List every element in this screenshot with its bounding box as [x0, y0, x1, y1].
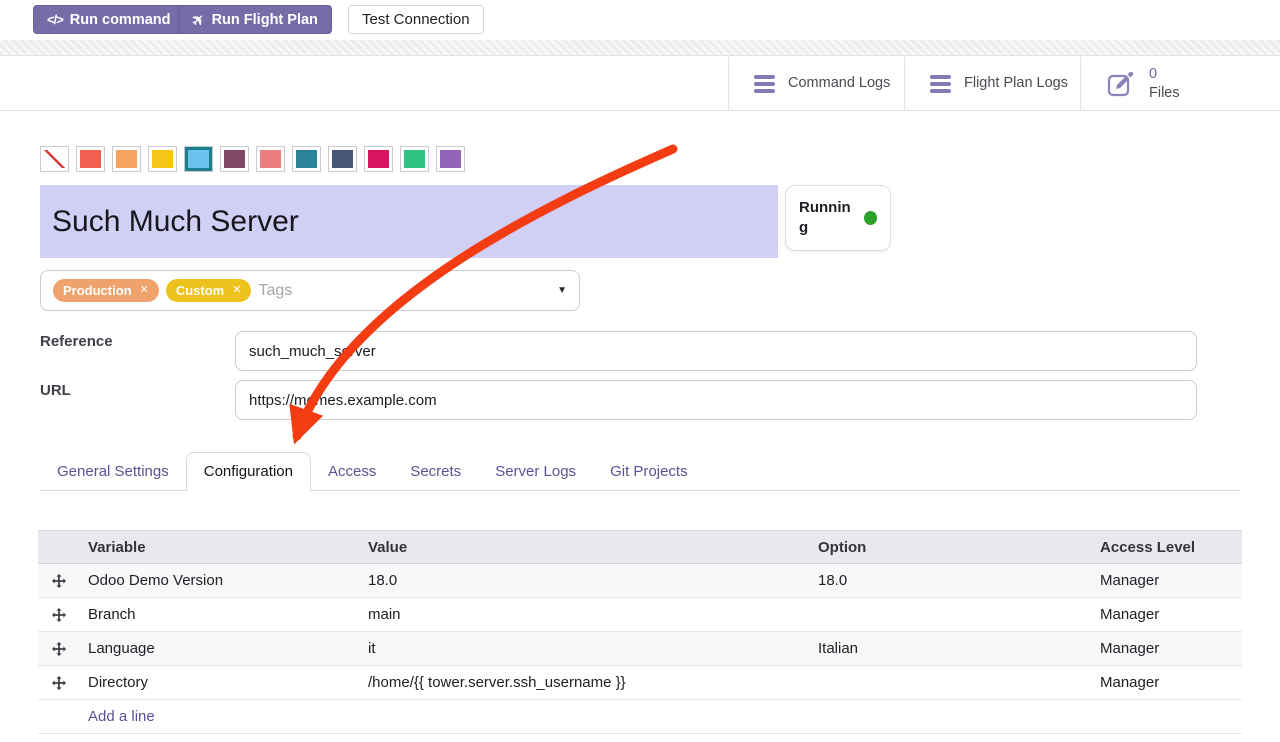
- option-column-header: Option: [810, 539, 1092, 556]
- add-line-row: Add a line: [38, 700, 1242, 734]
- tab-configuration[interactable]: Configuration: [186, 452, 311, 491]
- record-title: Such Much Server: [52, 205, 299, 239]
- color-swatch-green[interactable]: [400, 146, 429, 172]
- flight-plan-logs-button[interactable]: Flight Plan Logs: [904, 57, 1080, 110]
- list-lines-icon: [754, 75, 775, 93]
- url-label: URL: [40, 382, 71, 399]
- cell-option[interactable]: Italian: [810, 640, 1092, 657]
- color-swatch-none[interactable]: [40, 146, 69, 172]
- table-header-row: Variable Value Option Access Level: [38, 530, 1242, 564]
- cell-access-level[interactable]: Manager: [1092, 606, 1242, 623]
- reference-input[interactable]: [235, 331, 1197, 371]
- run-command-label: Run command: [70, 12, 171, 28]
- color-swatch-light-blue-selected[interactable]: [184, 146, 213, 172]
- notebook-tabs: General Settings Configuration Access Se…: [40, 452, 1240, 491]
- color-swatch-teal[interactable]: [292, 146, 321, 172]
- color-swatch-orange[interactable]: [112, 146, 141, 172]
- flight-plan-logs-label: Flight Plan Logs: [964, 74, 1068, 93]
- drag-handle-icon[interactable]: [38, 574, 80, 588]
- run-flight-plan-label: Run Flight Plan: [212, 12, 318, 28]
- tag-production-label: Production: [63, 283, 132, 298]
- run-command-button[interactable]: </> Run command: [33, 5, 185, 34]
- color-swatch-purple[interactable]: [436, 146, 465, 172]
- add-a-line-link[interactable]: Add a line: [88, 708, 155, 725]
- command-logs-label: Command Logs: [788, 74, 890, 93]
- table-row: Directory /home/{{ tower.server.ssh_user…: [38, 666, 1242, 700]
- no-color-icon: [44, 150, 65, 168]
- color-swatch-salmon[interactable]: [256, 146, 285, 172]
- drag-handle-icon[interactable]: [38, 608, 80, 622]
- tag-custom-label: Custom: [176, 283, 224, 298]
- list-lines-icon: [930, 75, 951, 93]
- color-swatch-raspberry[interactable]: [364, 146, 393, 172]
- cell-variable[interactable]: Directory: [80, 674, 360, 691]
- run-flight-plan-button[interactable]: ✈ Run Flight Plan: [178, 5, 332, 34]
- color-swatch-yellow[interactable]: [148, 146, 177, 172]
- tab-general-settings[interactable]: General Settings: [40, 453, 186, 490]
- color-palette: [40, 146, 465, 172]
- cell-variable[interactable]: Language: [80, 640, 360, 657]
- tab-secrets[interactable]: Secrets: [393, 453, 478, 490]
- remove-tag-icon[interactable]: ✕: [232, 285, 241, 296]
- color-swatch-dark-purple[interactable]: [220, 146, 249, 172]
- cell-value[interactable]: 18.0: [360, 572, 810, 589]
- record-title-field[interactable]: Such Much Server: [40, 185, 778, 258]
- tag-production: Production ✕: [53, 279, 159, 302]
- cell-option[interactable]: 18.0: [810, 572, 1092, 589]
- status-label: Running: [799, 198, 851, 239]
- tags-placeholder: Tags: [258, 282, 292, 300]
- status-dot-icon: [864, 211, 877, 225]
- files-count: 0: [1149, 66, 1157, 82]
- chevron-down-icon[interactable]: ▼: [557, 285, 567, 296]
- tab-access[interactable]: Access: [311, 453, 393, 490]
- table-row: Branch main Manager: [38, 598, 1242, 632]
- value-column-header: Value: [360, 539, 810, 556]
- edit-pencil-icon: [1106, 69, 1136, 99]
- cell-variable[interactable]: Branch: [80, 606, 360, 623]
- command-logs-button[interactable]: Command Logs: [728, 57, 904, 110]
- plane-icon: ✈: [187, 9, 209, 31]
- cell-variable[interactable]: Odoo Demo Version: [80, 572, 360, 589]
- stat-button-row: Command Logs Flight Plan Logs 0 Files: [728, 57, 1280, 110]
- configuration-table: Variable Value Option Access Level Odoo …: [38, 530, 1242, 734]
- test-connection-label: Test Connection: [362, 11, 470, 28]
- drag-handle-icon[interactable]: [38, 676, 80, 690]
- toolbar-separator-strip: [0, 40, 1280, 56]
- test-connection-button[interactable]: Test Connection: [348, 5, 484, 34]
- drag-handle-icon[interactable]: [38, 642, 80, 656]
- server-form-page: </> Run command ✈ Run Flight Plan Test C…: [0, 0, 1280, 742]
- access-level-column-header: Access Level: [1092, 539, 1242, 556]
- status-indicator[interactable]: Running: [785, 185, 891, 251]
- color-swatch-dark-blue[interactable]: [328, 146, 357, 172]
- header-divider: [0, 110, 1280, 111]
- files-label: Files: [1149, 85, 1180, 101]
- cell-value[interactable]: /home/{{ tower.server.ssh_username }}: [360, 674, 810, 691]
- variable-column-header: Variable: [80, 539, 360, 556]
- color-swatch-red[interactable]: [76, 146, 105, 172]
- tag-custom: Custom ✕: [166, 279, 252, 302]
- reference-label: Reference: [40, 333, 113, 350]
- cell-access-level[interactable]: Manager: [1092, 572, 1242, 589]
- table-row: Language it Italian Manager: [38, 632, 1242, 666]
- tags-field[interactable]: Production ✕ Custom ✕ Tags ▼: [40, 270, 580, 311]
- cell-value[interactable]: main: [360, 606, 810, 623]
- code-icon: </>: [47, 12, 63, 27]
- remove-tag-icon[interactable]: ✕: [140, 285, 149, 296]
- table-row: Odoo Demo Version 18.0 18.0 Manager: [38, 564, 1242, 598]
- cell-value[interactable]: it: [360, 640, 810, 657]
- url-input[interactable]: [235, 380, 1197, 420]
- tab-server-logs[interactable]: Server Logs: [478, 453, 593, 490]
- files-button[interactable]: 0 Files: [1080, 57, 1280, 110]
- cell-access-level[interactable]: Manager: [1092, 640, 1242, 657]
- tab-git-projects[interactable]: Git Projects: [593, 453, 705, 490]
- cell-access-level[interactable]: Manager: [1092, 674, 1242, 691]
